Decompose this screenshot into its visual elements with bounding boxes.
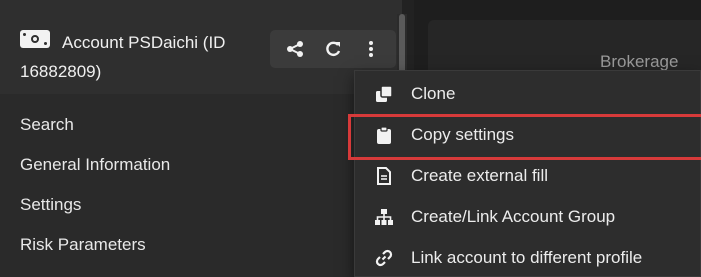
sidebar-item-general-information[interactable]: General Information xyxy=(0,145,360,185)
account-header: Account PSDaichi (ID 16882809) xyxy=(0,0,402,94)
sidebar-nav: Search General Information Settings Risk… xyxy=(0,105,360,265)
header-actions xyxy=(270,30,396,68)
menu-item-label: Copy settings xyxy=(411,124,514,144)
brokerage-heading: Brokerage xyxy=(600,52,679,71)
menu-item-label: Create/Link Account Group xyxy=(411,206,616,226)
account-title: Account PSDaichi (ID 16882809) xyxy=(20,33,226,81)
menu-item-label: Clone xyxy=(411,83,456,103)
menu-item-label: Link account to different profile xyxy=(411,247,643,267)
account-sidebar: Account PSDaichi (ID 16882809) Search Ge… xyxy=(0,0,402,277)
more-vertical-icon[interactable] xyxy=(356,34,386,64)
menu-item-create-link-account-group[interactable]: Create/Link Account Group xyxy=(355,196,700,237)
sidebar-item-settings[interactable]: Settings xyxy=(0,185,360,225)
refresh-icon[interactable] xyxy=(318,34,348,64)
menu-item-clone[interactable]: Clone xyxy=(355,73,700,114)
clipboard-icon xyxy=(375,125,393,144)
menu-item-copy-settings[interactable]: Copy settings xyxy=(348,114,701,160)
menu-item-link-account-profile[interactable]: Link account to different profile xyxy=(355,237,700,277)
sitemap-icon xyxy=(375,208,393,226)
clone-icon xyxy=(375,84,393,103)
document-icon xyxy=(375,166,393,185)
account-actions-menu: Clone Copy settings Create external fill xyxy=(348,70,701,277)
menu-item-create-external-fill[interactable]: Create external fill xyxy=(355,155,700,196)
sidebar-item-search[interactable]: Search xyxy=(0,105,360,145)
share-icon[interactable] xyxy=(280,34,310,64)
menu-item-label: Create external fill xyxy=(411,165,549,185)
sidebar-item-risk-parameters[interactable]: Risk Parameters xyxy=(0,225,360,265)
link-icon xyxy=(375,249,393,267)
